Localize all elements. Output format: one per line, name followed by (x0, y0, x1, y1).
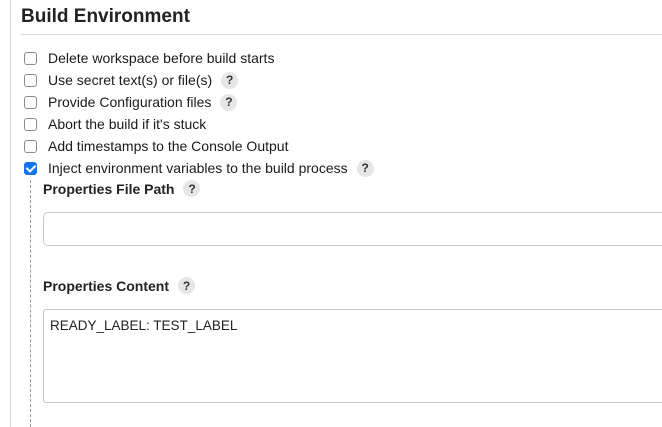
delete-workspace-label[interactable]: Delete workspace before build starts (48, 50, 274, 66)
help-icon[interactable]: ? (178, 277, 196, 294)
help-icon[interactable]: ? (220, 93, 238, 111)
help-icon[interactable]: ? (356, 159, 374, 177)
add-timestamps-label[interactable]: Add timestamps to the Console Output (48, 138, 288, 154)
add-timestamps-checkbox[interactable] (24, 139, 37, 153)
option-delete-workspace: Delete workspace before build starts (24, 47, 374, 69)
provide-config-files-label[interactable]: Provide Configuration files (48, 94, 211, 110)
properties-content-textarea[interactable]: READY_LABEL: TEST_LABEL (43, 309, 662, 403)
option-provide-config-files: Provide Configuration files ? (24, 91, 374, 113)
inject-env-vars-label[interactable]: Inject environment variables to the buil… (48, 160, 348, 176)
help-icon[interactable]: ? (221, 71, 239, 89)
option-add-timestamps: Add timestamps to the Console Output (24, 135, 374, 157)
option-use-secret-text: Use secret text(s) or file(s) ? (24, 69, 374, 91)
properties-file-path-label: Properties File Path (43, 180, 175, 197)
section-title-divider (21, 34, 662, 35)
delete-workspace-checkbox[interactable] (24, 51, 37, 65)
properties-file-path-input[interactable] (43, 212, 662, 246)
provide-config-files-checkbox[interactable] (24, 95, 37, 109)
section-title: Build Environment (21, 6, 190, 27)
properties-content-field-label: Properties Content ? (43, 277, 196, 294)
use-secret-text-checkbox[interactable] (24, 73, 37, 87)
nested-options-dashed-rule (30, 180, 31, 427)
section-left-border (10, 0, 11, 427)
option-abort-if-stuck: Abort the build if it's stuck (24, 113, 374, 135)
use-secret-text-label[interactable]: Use secret text(s) or file(s) (48, 72, 212, 88)
properties-content-label: Properties Content (43, 277, 170, 294)
help-icon[interactable]: ? (183, 180, 201, 197)
properties-file-path-field-label: Properties File Path ? (43, 180, 201, 197)
build-environment-options: Delete workspace before build starts Use… (24, 47, 374, 179)
inject-env-vars-checkbox[interactable] (24, 161, 37, 175)
abort-if-stuck-label[interactable]: Abort the build if it's stuck (48, 116, 206, 132)
option-inject-env-vars: Inject environment variables to the buil… (24, 157, 374, 179)
abort-if-stuck-checkbox[interactable] (24, 117, 37, 131)
